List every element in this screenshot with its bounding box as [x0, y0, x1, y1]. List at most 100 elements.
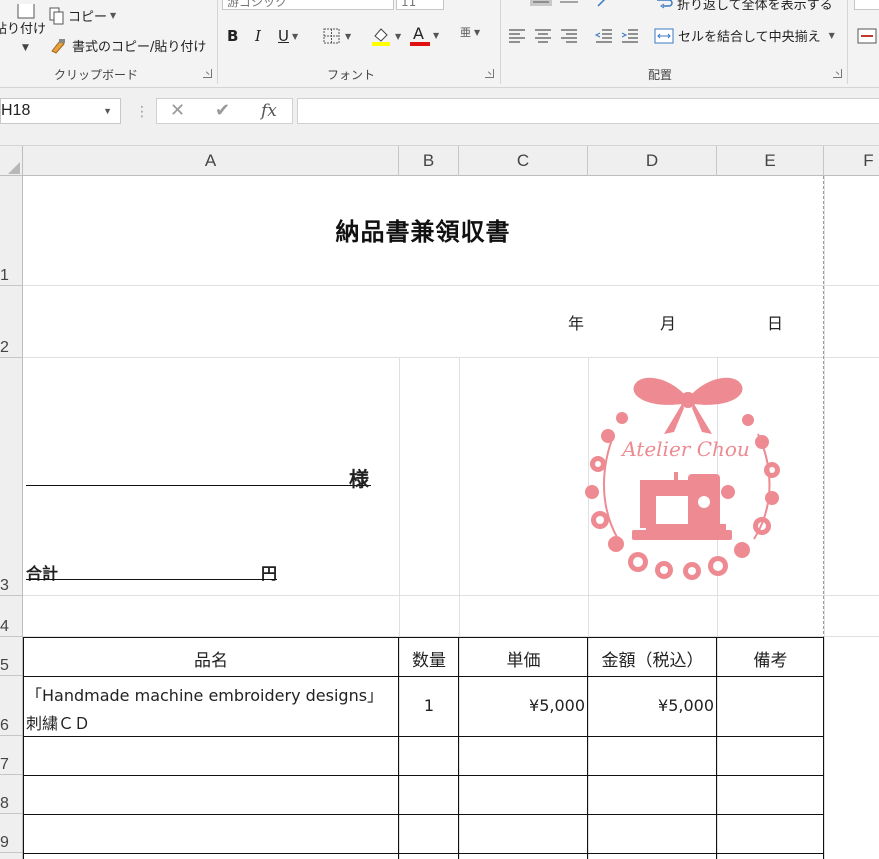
merge-center-label: セルを結合して中央揃え [678, 30, 821, 45]
align-center-icon [535, 29, 551, 43]
customer-suffix: 様 [349, 467, 369, 491]
row-header-2[interactable]: 2 [0, 286, 22, 358]
column-header-d[interactable]: D [588, 146, 717, 176]
alignment-group-label: 配置 [648, 68, 673, 82]
underline-label: U [278, 27, 289, 45]
cancel-icon[interactable]: ✕ [170, 100, 185, 121]
wrap-text-icon [657, 0, 673, 8]
copy-label: コピー [68, 10, 108, 25]
align-right-button[interactable] [559, 27, 579, 43]
font-size-box[interactable]: 11 [396, 0, 444, 10]
atelier-chou-logo: Atelier Chou [585, 377, 780, 580]
clipboard-dialog-launcher-icon[interactable] [203, 69, 212, 78]
fill-color-icon [372, 28, 390, 46]
top-align-icons[interactable] [530, 0, 590, 8]
borders-button[interactable]: ▼ [322, 27, 351, 45]
copy-button[interactable]: コピー ▼ [48, 6, 116, 25]
wrap-text-label: 折り返して全体を表示する [677, 0, 833, 13]
borders-icon [323, 28, 340, 44]
copy-dropdown-icon[interactable]: ▼ [110, 11, 116, 20]
column-header-b[interactable]: B [399, 146, 459, 176]
column-header-c[interactable]: C [459, 146, 588, 176]
font-color-dropdown-icon[interactable]: ▼ [433, 31, 439, 40]
merge-center-button[interactable]: セルを結合して中央揃え ▼ [654, 26, 835, 45]
align-left-icon [509, 29, 525, 43]
select-all-button[interactable] [0, 146, 23, 176]
clipboard-group-label: クリップボード [54, 68, 139, 82]
name-box-dropdown-icon[interactable]: ▼ [103, 99, 112, 123]
bold-button[interactable]: B [227, 27, 238, 45]
header-unit-price: 単価 [506, 651, 541, 671]
row-header-6[interactable]: 6 [0, 676, 22, 736]
item-name-line2: 刺繍ＣＤ [26, 714, 91, 733]
borders-dropdown-icon[interactable]: ▼ [345, 32, 351, 41]
row-header-3[interactable]: 3 [0, 358, 22, 596]
insert-function-icon[interactable]: fx [261, 101, 277, 121]
year-label: 年 [568, 314, 585, 333]
formula-buttons: ✕ ✔ fx [156, 98, 293, 124]
orientation-icon[interactable] [596, 0, 610, 8]
format-painter-button[interactable]: 書式のコピー/貼り付け [48, 36, 206, 55]
italic-button[interactable]: I [255, 27, 261, 45]
paste-button[interactable]: ▼ 貼り付け [0, 4, 47, 56]
decrease-indent-button[interactable] [594, 27, 614, 43]
enter-icon[interactable]: ✔ [215, 100, 230, 121]
merge-center-icon [654, 28, 674, 43]
furigana-icon: 亜 [460, 26, 471, 39]
formula-input[interactable] [297, 98, 879, 124]
row-header-8[interactable]: 8 [0, 775, 22, 814]
total-amount-line [26, 579, 277, 580]
month-label: 月 [660, 314, 677, 333]
item-name-line1: 「Handmade machine embroidery designs」 [26, 686, 384, 705]
merge-center-dropdown-icon[interactable]: ▼ [829, 31, 835, 40]
wrap-text-button[interactable]: 折り返して全体を表示する [655, 0, 833, 13]
worksheet-grid[interactable]: 納品書兼領収書 年 月 日 様 合計 円 Atelier Chou 品名 数量 … [23, 176, 879, 859]
header-note: 備考 [753, 651, 788, 671]
day-label: 日 [767, 314, 784, 333]
row-header-5[interactable]: 5 [0, 637, 22, 676]
font-name-box[interactable]: 游ゴシック [222, 0, 394, 10]
align-left-button[interactable] [507, 27, 527, 43]
column-headers: A B C D E F [0, 146, 879, 176]
formula-bar-grip-icon[interactable]: ⋮ [135, 104, 149, 120]
font-color-glyph: A [413, 24, 424, 43]
increase-indent-icon [621, 29, 638, 43]
header-quantity: 数量 [412, 651, 446, 671]
total-label: 合計 [26, 564, 59, 583]
row-header-9[interactable]: 9 [0, 814, 22, 853]
paste-label: 貼り付け [0, 22, 47, 37]
font-color-button[interactable]: A ▼ [410, 24, 439, 46]
customer-name-line [26, 485, 371, 486]
total-yen-label: 円 [261, 564, 278, 583]
align-center-button[interactable] [533, 27, 553, 43]
row-header-4[interactable]: 4 [0, 596, 22, 637]
header-item-name: 品名 [194, 651, 228, 671]
name-box-value: H18 [1, 102, 31, 119]
row-header-1[interactable]: 1 [0, 176, 22, 286]
column-header-e[interactable]: E [717, 146, 824, 176]
item-quantity: 1 [423, 696, 435, 715]
item-unit-price: ¥5,000 [529, 696, 585, 715]
column-header-a[interactable]: A [23, 146, 399, 176]
furigana-dropdown-icon[interactable]: ▼ [474, 28, 480, 37]
number-format-box[interactable] [854, 0, 879, 10]
fill-color-button[interactable]: ▼ [370, 25, 401, 47]
fill-color-dropdown-icon[interactable]: ▼ [395, 32, 401, 41]
font-dialog-launcher-icon[interactable] [485, 69, 494, 78]
alignment-dialog-launcher-icon[interactable] [833, 69, 842, 78]
svg-text:▼: ▼ [22, 43, 29, 53]
header-amount: 金額（税込） [601, 651, 704, 671]
furigana-button[interactable]: 亜 ▼ [460, 24, 480, 40]
copy-icon [49, 7, 64, 24]
increase-indent-button[interactable] [620, 27, 640, 43]
row-header-7[interactable]: 7 [0, 736, 22, 775]
format-painter-label: 書式のコピー/貼り付け [72, 40, 207, 55]
underline-button[interactable]: U ▼ [278, 27, 298, 45]
column-header-f[interactable]: F [824, 146, 879, 176]
align-right-icon [561, 29, 577, 43]
font-group-label: フォント [327, 68, 376, 82]
underline-dropdown-icon[interactable]: ▼ [292, 32, 298, 41]
conditional-format-icon[interactable] [856, 26, 879, 46]
name-box[interactable]: H18 ▼ [0, 98, 121, 124]
formula-bar: H18 ▼ ⋮ ✕ ✔ fx [0, 88, 879, 146]
